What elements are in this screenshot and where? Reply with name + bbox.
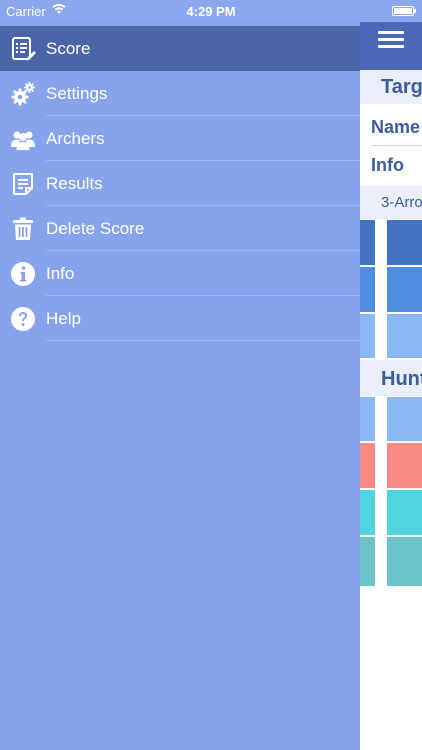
battery-icon: [392, 6, 416, 16]
help-icon: [10, 306, 36, 332]
hamburger-menu-icon[interactable]: [378, 31, 404, 49]
menu-item-label: Score: [46, 38, 91, 58]
name-label[interactable]: Name: [360, 108, 422, 146]
score-color-row[interactable]: [360, 537, 422, 586]
gears-icon: [10, 81, 36, 107]
section-header-target: Targ: [360, 70, 422, 104]
menu-item-delete-score[interactable]: Delete Score: [0, 206, 360, 251]
score-color-row[interactable]: [360, 490, 422, 535]
menu-item-label: Results: [46, 173, 103, 193]
menu-item-label: Settings: [46, 83, 108, 103]
score-color-row[interactable]: [360, 397, 422, 441]
menu-item-settings[interactable]: Settings: [0, 71, 360, 116]
menu-item-label: Archers: [46, 128, 105, 148]
score-color-row[interactable]: [360, 314, 422, 358]
menu-item-label: Info: [46, 263, 75, 283]
menu-item-results[interactable]: Results: [0, 161, 360, 206]
results-document-icon: [10, 171, 36, 197]
menu-item-score[interactable]: Score: [0, 26, 360, 71]
section-header-hunter: Hunt: [360, 360, 422, 396]
score-color-row[interactable]: [360, 267, 422, 312]
trash-icon: [10, 216, 36, 242]
menu-list: Score Settings Archers Results Delete Sc…: [0, 26, 360, 341]
menu-item-label: Delete Score: [46, 218, 145, 238]
score-sheet-icon: [10, 36, 36, 62]
people-icon: [10, 126, 36, 152]
info-icon: [10, 261, 36, 287]
menu-item-archers[interactable]: Archers: [0, 116, 360, 161]
menu-item-label: Help: [46, 308, 81, 328]
status-bar: Carrier 4:29 PM: [0, 0, 422, 22]
status-time: 4:29 PM: [186, 4, 236, 19]
side-menu: Score Settings Archers Results Delete Sc…: [0, 0, 360, 750]
score-color-row[interactable]: [360, 443, 422, 488]
menu-item-info[interactable]: Info: [0, 251, 360, 296]
info-label[interactable]: Info: [360, 146, 422, 184]
menu-item-help[interactable]: Help: [0, 296, 360, 341]
score-content-panel: Targ Name Info 3-Arro Hunt: [360, 0, 422, 750]
three-arrow-header: 3-Arro: [360, 186, 422, 219]
score-color-row[interactable]: [360, 220, 422, 265]
